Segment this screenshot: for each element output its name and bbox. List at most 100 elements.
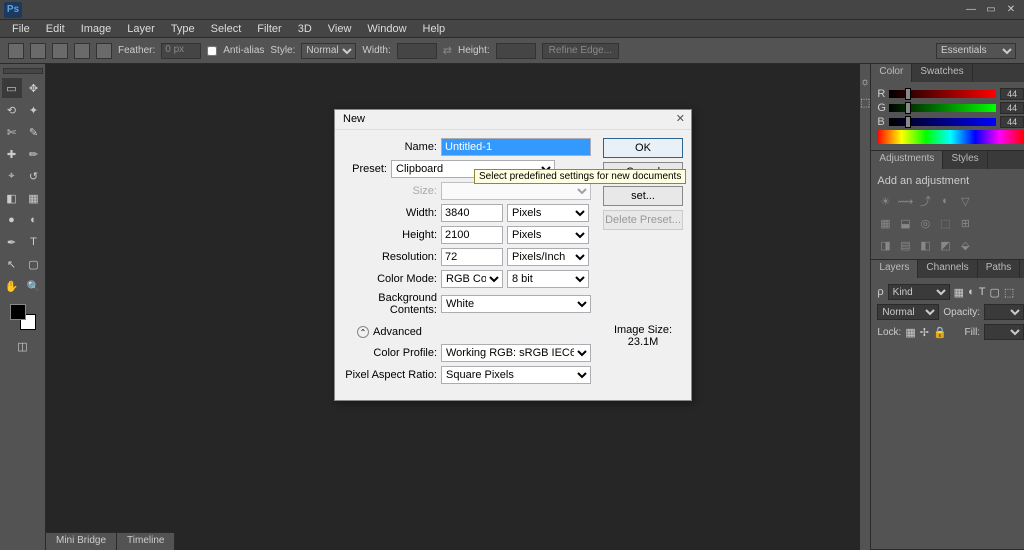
r-slider[interactable]: [889, 90, 996, 98]
dodge-tool[interactable]: ◐: [24, 210, 44, 230]
menu-view[interactable]: View: [320, 21, 360, 37]
shape-tool[interactable]: ▢: [24, 254, 44, 274]
adj-vibrance-icon[interactable]: ▽: [957, 193, 973, 209]
adj-brightness-icon[interactable]: ☀: [877, 193, 893, 209]
hand-tool[interactable]: ✋: [2, 276, 22, 296]
tab-paths[interactable]: Paths: [978, 260, 1021, 278]
b-slider[interactable]: [889, 118, 996, 126]
tools-handle[interactable]: [3, 68, 43, 74]
menu-layer[interactable]: Layer: [119, 21, 163, 37]
filter-type-icon[interactable]: T: [979, 286, 986, 298]
dock-icon-1[interactable]: ☼: [860, 76, 870, 88]
blur-tool[interactable]: ●: [2, 210, 22, 230]
menu-help[interactable]: Help: [415, 21, 454, 37]
opt-icon-1[interactable]: [30, 43, 46, 59]
lock-pixels-icon[interactable]: ▦: [905, 326, 915, 339]
width-unit-select[interactable]: Pixels: [507, 204, 589, 222]
menu-3d[interactable]: 3D: [290, 21, 320, 37]
advanced-toggle[interactable]: ⌃Advanced: [357, 326, 422, 338]
filter-pixel-icon[interactable]: ▦: [954, 286, 964, 299]
bg-contents-select[interactable]: White: [441, 295, 591, 313]
type-tool[interactable]: T: [24, 232, 44, 252]
adj-gradient-icon[interactable]: ◩: [937, 237, 953, 253]
tab-timeline[interactable]: Timeline: [117, 533, 175, 550]
selection-icon[interactable]: [8, 43, 24, 59]
dialog-close-icon[interactable]: ✕: [676, 112, 685, 125]
wand-tool[interactable]: ✦: [24, 100, 44, 120]
lasso-tool[interactable]: ⟲: [2, 100, 22, 120]
menu-filter[interactable]: Filter: [249, 21, 289, 37]
adj-curves-icon[interactable]: ⤴: [917, 193, 933, 209]
zoom-tool[interactable]: 🔍: [24, 276, 44, 296]
gradient-tool[interactable]: ▦: [24, 188, 44, 208]
filter-adj-icon[interactable]: ◐: [968, 286, 975, 298]
tab-color[interactable]: Color: [871, 64, 912, 82]
opt-icon-3[interactable]: [74, 43, 90, 59]
menu-edit[interactable]: Edit: [38, 21, 73, 37]
menu-image[interactable]: Image: [73, 21, 120, 37]
crop-tool[interactable]: ✄: [2, 122, 22, 142]
opt-icon-2[interactable]: [52, 43, 68, 59]
brush-tool[interactable]: ✏: [24, 144, 44, 164]
move-tool[interactable]: ✥: [24, 78, 44, 98]
minimize-button[interactable]: —: [962, 4, 980, 16]
menu-window[interactable]: Window: [359, 21, 414, 37]
height-unit-select[interactable]: Pixels: [507, 226, 589, 244]
adj-photofilter-icon[interactable]: ◎: [917, 215, 933, 231]
color-mode-select[interactable]: RGB Color: [441, 270, 503, 288]
tab-adjustments[interactable]: Adjustments: [871, 151, 943, 169]
adj-threshold-icon[interactable]: ◧: [917, 237, 933, 253]
lock-position-icon[interactable]: ✢: [920, 326, 929, 339]
resolution-field[interactable]: [441, 248, 503, 266]
pixel-aspect-select[interactable]: Square Pixels: [441, 366, 591, 384]
adj-poster-icon[interactable]: ▤: [897, 237, 913, 253]
resolution-unit-select[interactable]: Pixels/Inch: [507, 248, 589, 266]
menu-file[interactable]: File: [4, 21, 38, 37]
tab-swatches[interactable]: Swatches: [912, 64, 972, 82]
eyedropper-tool[interactable]: ✎: [24, 122, 44, 142]
tab-styles[interactable]: Styles: [943, 151, 987, 169]
adj-bw-icon[interactable]: ⬓: [897, 215, 913, 231]
eraser-tool[interactable]: ◧: [2, 188, 22, 208]
opt-icon-4[interactable]: [96, 43, 112, 59]
maximize-button[interactable]: ▭: [982, 4, 1000, 16]
name-field[interactable]: [441, 138, 591, 156]
r-value[interactable]: 44: [1000, 88, 1024, 100]
width-field[interactable]: [441, 204, 503, 222]
lock-all-icon[interactable]: 🔒: [933, 326, 947, 339]
workspace-select[interactable]: Essentials: [936, 43, 1016, 59]
g-value[interactable]: 44: [1000, 102, 1024, 114]
menu-type[interactable]: Type: [163, 21, 203, 37]
refine-edge-button[interactable]: Refine Edge...: [542, 43, 619, 59]
adj-levels-icon[interactable]: ⟿: [897, 193, 913, 209]
fill-select[interactable]: [984, 324, 1024, 340]
adj-invert-icon[interactable]: ◨: [877, 237, 893, 253]
anti-alias-checkbox[interactable]: [207, 46, 217, 56]
dock-icon-2[interactable]: ⬚: [860, 96, 870, 109]
history-brush-tool[interactable]: ↺: [24, 166, 44, 186]
marquee-tool[interactable]: ▭: [2, 78, 22, 98]
path-tool[interactable]: ↖: [2, 254, 22, 274]
adj-exposure-icon[interactable]: ◐: [937, 193, 953, 209]
tab-channels[interactable]: Channels: [918, 260, 977, 278]
swap-icon[interactable]: ⇄: [443, 44, 452, 57]
save-preset-button[interactable]: set...: [603, 186, 683, 206]
style-select[interactable]: Normal: [301, 43, 356, 59]
filter-shape-icon[interactable]: ▢: [989, 286, 999, 299]
stamp-tool[interactable]: ⌖: [2, 166, 22, 186]
feather-field[interactable]: 0 px: [161, 43, 201, 59]
kind-select[interactable]: Kind: [888, 284, 950, 300]
tab-mini-bridge[interactable]: Mini Bridge: [46, 533, 117, 550]
bit-depth-select[interactable]: 8 bit: [507, 270, 589, 288]
quickmask-icon[interactable]: ◫: [13, 336, 33, 356]
spectrum-bar[interactable]: [877, 130, 1024, 144]
color-swatches[interactable]: [10, 304, 36, 330]
menu-select[interactable]: Select: [203, 21, 250, 37]
b-value[interactable]: 44: [1000, 116, 1024, 128]
adj-lookup-icon[interactable]: ⊞: [957, 215, 973, 231]
color-profile-select[interactable]: Working RGB: sRGB IEC61966-2.1: [441, 344, 591, 362]
heal-tool[interactable]: ✚: [2, 144, 22, 164]
blend-mode-select[interactable]: Normal: [877, 304, 939, 320]
adj-mixer-icon[interactable]: ⬚: [937, 215, 953, 231]
tab-layers[interactable]: Layers: [871, 260, 918, 278]
